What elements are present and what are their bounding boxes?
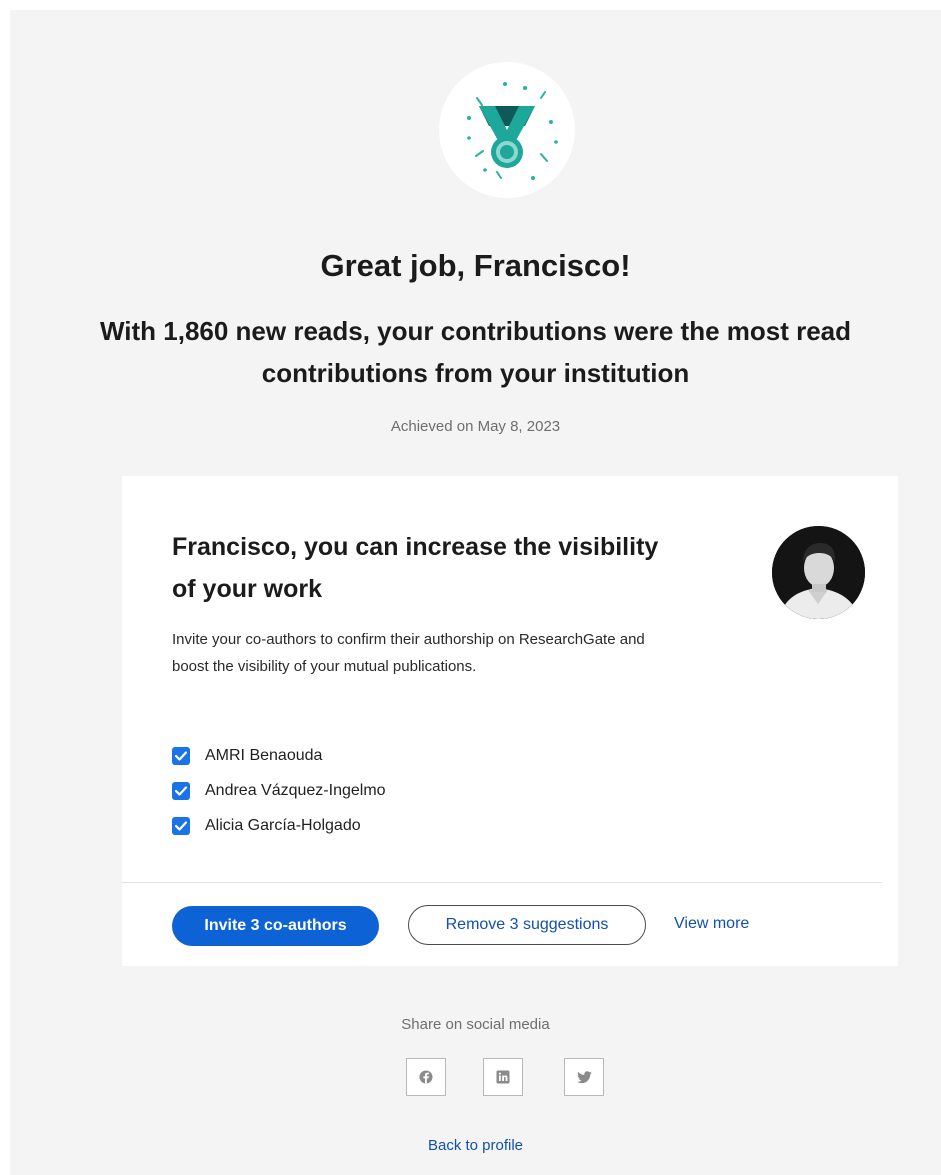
achievement-title: Great job, Francisco! <box>320 248 631 283</box>
linkedin-icon <box>496 1070 510 1084</box>
avatar <box>772 526 865 619</box>
share-label: Share on social media <box>401 1016 550 1033</box>
medal-badge <box>439 62 575 198</box>
coauthor-name: Andrea Vázquez-Ingelmo <box>205 781 386 799</box>
twitter-icon <box>576 1070 592 1083</box>
card-divider <box>122 882 882 883</box>
card-title: Francisco, you can increase the visibili… <box>172 533 659 603</box>
checkmark-icon <box>175 750 187 761</box>
coauthor-name: AMRI Benaouda <box>205 746 323 764</box>
coauthor-item[interactable]: Alicia García-Holgado <box>172 808 386 843</box>
achievement-page: Great job, Francisco! With 1,860 new rea… <box>10 10 941 1175</box>
checkmark-icon <box>175 820 187 831</box>
achievement-subtitle: With 1,860 new reads, your contributions… <box>99 316 852 388</box>
share-linkedin-button[interactable] <box>483 1058 523 1096</box>
coauthor-item[interactable]: AMRI Benaouda <box>172 738 386 773</box>
coauthor-name: Alicia García-Holgado <box>205 816 361 834</box>
medal-icon <box>467 82 558 180</box>
checkmark-icon <box>175 785 187 796</box>
coauthor-checkbox[interactable] <box>172 781 190 800</box>
coauthor-list: AMRI Benaouda Andrea Vázquez-Ingelmo Ali… <box>172 738 386 843</box>
coauthor-item[interactable]: Andrea Vázquez-Ingelmo <box>172 773 386 808</box>
achieved-date: Achieved on May 8, 2023 <box>390 418 561 435</box>
visibility-card: Francisco, you can increase the visibili… <box>122 476 898 966</box>
back-to-profile-link[interactable]: Back to profile <box>10 1137 941 1154</box>
share-facebook-button[interactable] <box>406 1058 446 1096</box>
facebook-icon <box>419 1070 433 1084</box>
remove-suggestions-button[interactable]: Remove 3 suggestions <box>408 905 646 945</box>
coauthor-checkbox[interactable] <box>172 746 190 765</box>
share-twitter-button[interactable] <box>564 1058 604 1096</box>
profile-photo <box>772 526 865 619</box>
card-description: Invite your co-authors to confirm their … <box>172 631 645 675</box>
coauthor-checkbox[interactable] <box>172 816 190 835</box>
invite-coauthors-button[interactable]: Invite 3 co-authors <box>172 906 379 946</box>
view-more-link[interactable]: View more <box>674 915 749 933</box>
